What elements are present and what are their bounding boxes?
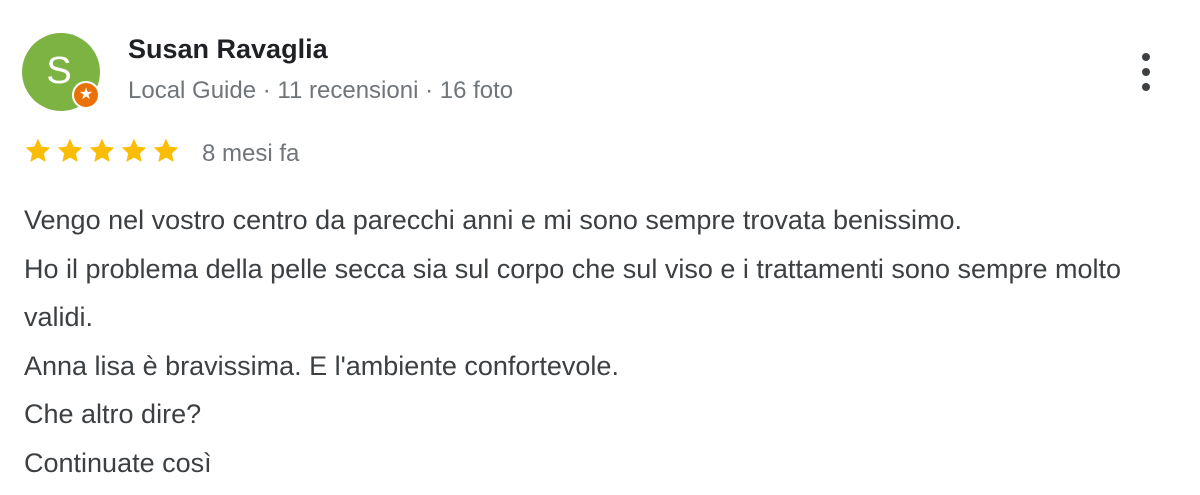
more-vertical-icon	[1142, 83, 1150, 91]
review-date: 8 mesi fa	[202, 140, 300, 167]
more-options-button[interactable]	[1124, 46, 1168, 98]
review-text: Vengo nel vostro centro da parecchi anni…	[24, 196, 1184, 487]
star-icon	[153, 138, 179, 162]
more-vertical-icon	[1142, 53, 1150, 61]
review-line: Vengo nel vostro centro da parecchi anni…	[24, 205, 963, 235]
star-icon	[121, 138, 147, 162]
star-icon	[89, 138, 115, 162]
meta-separator: ·	[418, 77, 440, 104]
more-vertical-icon	[1142, 68, 1150, 76]
review-line: Ho il problema della pelle secca sia sul…	[24, 253, 1122, 333]
review-line: Che altro dire?	[24, 399, 202, 429]
reviewer-meta: Local Guide · 11 recensioni · 16 foto	[128, 77, 513, 105]
review-line: Anna lisa è bravissima. E l'ambiente con…	[24, 350, 619, 381]
star-rating	[23, 136, 181, 166]
local-guide-star-icon: ★	[72, 81, 100, 109]
photo-count: 16 foto	[439, 77, 514, 104]
review-card: S ★ Susan Ravaglia Local Guide · 11 rece…	[0, 0, 1200, 495]
avatar-initial: S	[46, 49, 72, 92]
reviewer-name[interactable]: Susan Ravaglia	[128, 34, 328, 65]
reviewer-role: Local Guide	[128, 77, 257, 104]
star-icon	[57, 138, 83, 162]
star-icon	[25, 138, 51, 162]
review-line: Continuate così	[24, 447, 212, 478]
meta-separator: ·	[256, 77, 278, 104]
review-count: 11 recensioni	[277, 77, 419, 104]
